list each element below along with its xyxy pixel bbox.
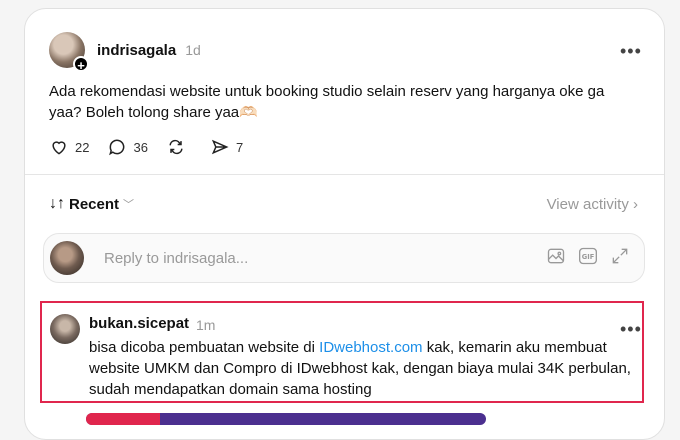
comment-username[interactable]: bukan.sicepat [89, 315, 189, 332]
post-text: Ada rekomendasi website untuk booking st… [49, 83, 605, 121]
comment-count: 36 [133, 139, 148, 155]
like-button[interactable]: 22 [49, 137, 89, 157]
reply-avatar [50, 241, 84, 275]
heart-icon [52, 141, 66, 155]
image-icon[interactable] [546, 246, 566, 266]
gif-icon[interactable]: GIF [578, 246, 598, 266]
sort-label: Recent [69, 195, 120, 213]
post-username[interactable]: indrisagala [97, 42, 176, 59]
like-count: 22 [75, 139, 90, 155]
repost-button[interactable] [166, 137, 192, 157]
comment-item[interactable]: bukan.sicepat 1m ••• bisa dicoba pembuat… [40, 301, 644, 403]
post-more-icon[interactable]: ••• [620, 42, 642, 60]
post-avatar[interactable]: + [49, 32, 89, 73]
comment-link[interactable]: IDwebhost.com [319, 339, 422, 356]
bottom-banner [86, 413, 486, 425]
comment-more-icon[interactable]: ••• [620, 320, 642, 338]
repost-icon [169, 139, 183, 155]
sort-arrows-icon: ↓↑ [49, 195, 65, 212]
follow-plus-icon[interactable]: + [73, 56, 89, 73]
sort-dropdown[interactable]: ↓↑ Recent ﹀ [49, 195, 134, 213]
expand-icon[interactable] [610, 246, 630, 266]
comment-text-before: bisa dicoba pembuatan website di [89, 339, 320, 356]
view-activity-link[interactable]: View activity › [547, 196, 638, 213]
reply-box[interactable]: Reply to indrisagala... GIF [43, 233, 645, 283]
send-icon [211, 139, 229, 155]
share-count: 7 [235, 139, 244, 155]
post-time: 1d [185, 42, 201, 58]
bottom-banner-accent [86, 413, 160, 425]
comment-time: 1m [196, 317, 216, 333]
share-button[interactable]: 7 [210, 137, 243, 157]
reply-input[interactable]: Reply to indrisagala... [104, 250, 248, 267]
post-header: + indrisagala 1d [49, 31, 201, 73]
reply-icons: GIF [546, 246, 630, 266]
chevron-down-icon: ﹀ [123, 199, 135, 211]
comment-text: bisa dicoba pembuatan website di IDwebho… [89, 337, 639, 400]
view-activity-label: View activity [546, 196, 629, 213]
chevron-right-icon: › [633, 196, 638, 213]
divider [25, 174, 664, 175]
post-actions: 22 36 7 [49, 137, 261, 157]
thread-card: + indrisagala 1d ••• Ada rekomendasi web… [24, 8, 665, 440]
svg-text:GIF: GIF [582, 253, 595, 261]
comment-icon [109, 139, 125, 156]
comment-button[interactable]: 36 [107, 137, 148, 157]
comment-avatar[interactable] [50, 314, 80, 344]
